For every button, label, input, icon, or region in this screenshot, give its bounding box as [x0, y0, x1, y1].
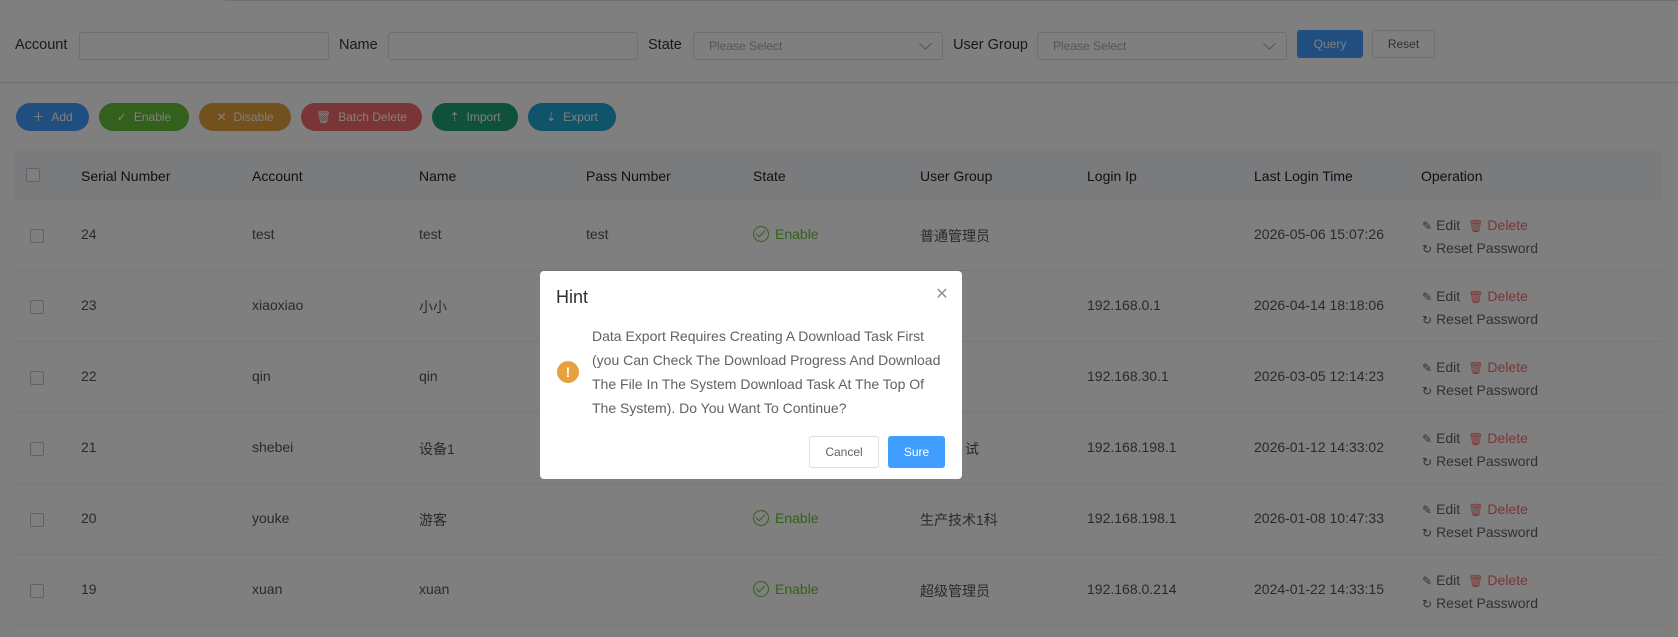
- cancel-button[interactable]: Cancel: [809, 436, 879, 468]
- warning-icon: !: [557, 361, 579, 383]
- close-icon[interactable]: ✕: [934, 287, 950, 303]
- sure-button[interactable]: Sure: [888, 436, 945, 468]
- hint-dialog: Hint ✕ ! Data Export Requires Creating A…: [540, 271, 962, 479]
- dialog-title: Hint: [556, 287, 589, 307]
- dialog-message: Data Export Requires Creating A Download…: [592, 328, 941, 416]
